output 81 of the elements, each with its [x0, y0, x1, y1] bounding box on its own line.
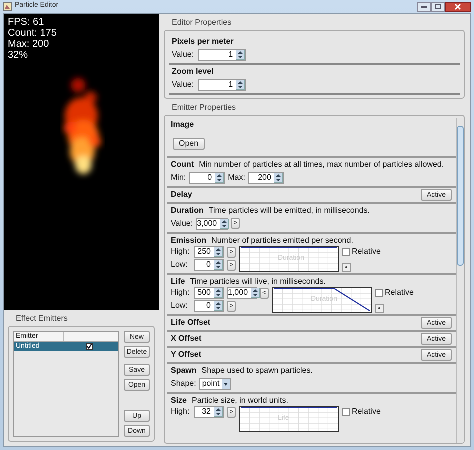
number-field[interactable]: 1	[198, 79, 246, 91]
checkbox[interactable]	[342, 408, 350, 416]
scrollbar[interactable]	[456, 118, 464, 443]
section-description: Time particles will be emitted, in milliseconds.	[208, 204, 370, 216]
spinner-icon[interactable]	[220, 218, 230, 228]
number-field[interactable]: 32	[194, 406, 224, 418]
section-title: Image	[171, 118, 194, 130]
number-field[interactable]: 500	[194, 287, 224, 299]
number-field[interactable]: 0	[194, 300, 224, 312]
graph-drawing[interactable]	[273, 288, 371, 312]
dot-button-icon[interactable]	[342, 263, 351, 272]
field-label: Value:	[172, 49, 194, 61]
minimize-icon	[421, 6, 427, 8]
close-button[interactable]	[445, 2, 471, 12]
spinner-icon[interactable]	[236, 80, 246, 90]
number-field[interactable]: 0	[194, 259, 224, 271]
spinner-icon[interactable]	[215, 172, 224, 182]
number-field[interactable]: 0	[189, 172, 226, 184]
panel-title: Effect Emitters	[15, 313, 69, 325]
field-label: Value:	[171, 218, 194, 230]
spinner-icon[interactable]	[214, 301, 223, 311]
number-field[interactable]: 1	[198, 49, 246, 61]
open-button[interactable]: Open	[173, 138, 205, 150]
section-title: Zoom level	[172, 66, 215, 78]
section-description: Min number of particles at all times, max number of particles allowed.	[199, 158, 444, 170]
section-title: Emission	[171, 234, 207, 246]
spinner-icon[interactable]	[214, 247, 223, 257]
section-description: Shape used to spawn particles.	[202, 364, 313, 376]
stat-text: Count: 175	[8, 28, 57, 39]
shape-dropdown[interactable]: point	[199, 378, 232, 390]
app-icon	[3, 2, 12, 11]
checkbox-label: Relative	[385, 287, 414, 299]
minimize-button[interactable]	[417, 2, 431, 12]
checkbox[interactable]	[86, 343, 93, 350]
stat-text: Max: 200	[8, 39, 50, 50]
field-label: Value:	[172, 79, 194, 91]
stat-text: 32%	[8, 50, 30, 61]
section-title: Life Offset	[171, 317, 211, 329]
spinner-icon[interactable]	[214, 260, 223, 270]
checkbox-label: Relative	[352, 246, 381, 258]
section-description: Particle size, in world units.	[192, 394, 288, 406]
field-label: Max:	[228, 172, 246, 184]
field-label: High:	[171, 287, 191, 299]
field-label: High:	[171, 246, 191, 258]
section-title: Duration	[171, 204, 204, 216]
section-title: Size	[171, 394, 188, 406]
panel-title: Emitter Properties	[171, 102, 238, 114]
checkbox[interactable]	[375, 289, 383, 297]
graph-drawing[interactable]	[240, 247, 338, 271]
panel-title: Editor Properties	[171, 17, 233, 29]
number-field[interactable]: 1,000	[227, 287, 257, 299]
number-field[interactable]: 200	[248, 172, 284, 184]
checkbox[interactable]	[342, 248, 350, 256]
maximize-button[interactable]	[431, 2, 445, 12]
section-title: Pixels per meter	[172, 36, 235, 48]
section-title: Y Offset	[171, 349, 202, 361]
number-field[interactable]: 3,000	[196, 218, 228, 230]
section-title: Spawn	[171, 364, 197, 376]
spinner-icon[interactable]	[236, 50, 246, 60]
section-title: X Offset	[171, 333, 202, 345]
checkbox-label: Relative	[352, 406, 381, 418]
section-title: Life	[171, 276, 186, 288]
section-description: Number of particles emitted per second.	[212, 234, 354, 246]
field-label: High:	[171, 406, 191, 418]
spinner-icon[interactable]	[251, 288, 260, 298]
dot-button-icon[interactable]	[375, 304, 384, 313]
stat-text: FPS: 61	[8, 17, 46, 28]
spinner-icon[interactable]	[214, 288, 223, 298]
field-label: Low:	[171, 259, 189, 271]
field-label: Low:	[171, 300, 189, 312]
section-description: Time particles will live, in milliseconds.	[190, 276, 326, 288]
spinner-icon[interactable]	[214, 407, 223, 417]
maximize-icon	[435, 4, 441, 9]
spinner-icon[interactable]	[274, 172, 284, 182]
number-field[interactable]: 250	[194, 246, 224, 258]
section-title: Delay	[171, 189, 192, 201]
graph-drawing[interactable]	[240, 407, 338, 431]
section-title: Count	[171, 158, 194, 170]
field-label: Shape:	[171, 378, 196, 390]
close-icon	[455, 4, 461, 10]
field-label: Min:	[171, 172, 186, 184]
